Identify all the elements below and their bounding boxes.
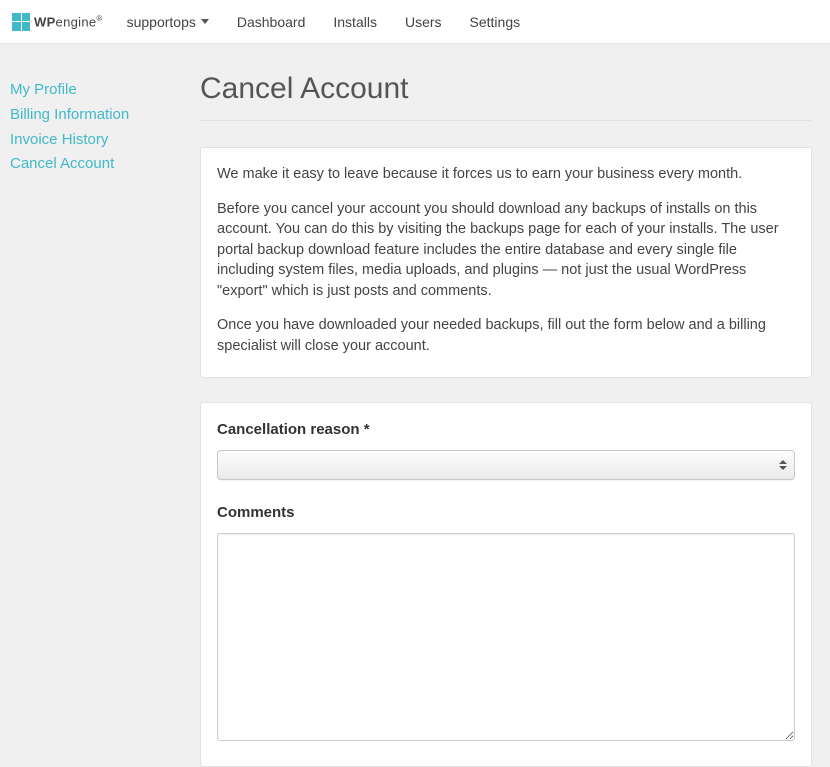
page-title: Cancel Account	[200, 72, 812, 106]
sidebar-item-cancel[interactable]: Cancel Account	[10, 152, 180, 177]
intro-paragraph: Once you have downloaded your needed bac…	[217, 315, 795, 356]
main-content: Cancel Account We make it easy to leave …	[200, 72, 812, 767]
sidebar-item-profile[interactable]: My Profile	[10, 78, 180, 103]
logo-icon	[12, 13, 30, 31]
reason-label: Cancellation reason *	[217, 421, 795, 438]
nav-items: supportops Dashboard Installs Users Sett…	[127, 14, 521, 30]
brand-logo[interactable]: WPengine®	[12, 13, 103, 31]
sidebar-item-invoice[interactable]: Invoice History	[10, 128, 180, 153]
nav-installs[interactable]: Installs	[333, 14, 377, 30]
brand-name: WPengine®	[34, 14, 103, 29]
caret-down-icon	[201, 19, 209, 24]
intro-paragraph: We make it easy to leave because it forc…	[217, 164, 795, 185]
intro-panel: We make it easy to leave because it forc…	[200, 147, 812, 378]
nav-users[interactable]: Users	[405, 14, 442, 30]
sidebar: My Profile Billing Information Invoice H…	[10, 72, 180, 767]
nav-account-label: supportops	[127, 14, 196, 30]
top-nav: WPengine® supportops Dashboard Installs …	[0, 0, 830, 44]
comments-label: Comments	[217, 504, 795, 521]
nav-dashboard[interactable]: Dashboard	[237, 14, 306, 30]
nav-settings[interactable]: Settings	[470, 14, 521, 30]
cancel-form: Cancellation reason * Comments	[200, 402, 812, 767]
cancellation-reason-select[interactable]	[217, 450, 795, 480]
comments-textarea[interactable]	[217, 533, 795, 741]
title-divider	[200, 120, 812, 121]
sidebar-item-billing[interactable]: Billing Information	[10, 103, 180, 128]
intro-paragraph: Before you cancel your account you shoul…	[217, 199, 795, 302]
nav-account-dropdown[interactable]: supportops	[127, 14, 209, 30]
